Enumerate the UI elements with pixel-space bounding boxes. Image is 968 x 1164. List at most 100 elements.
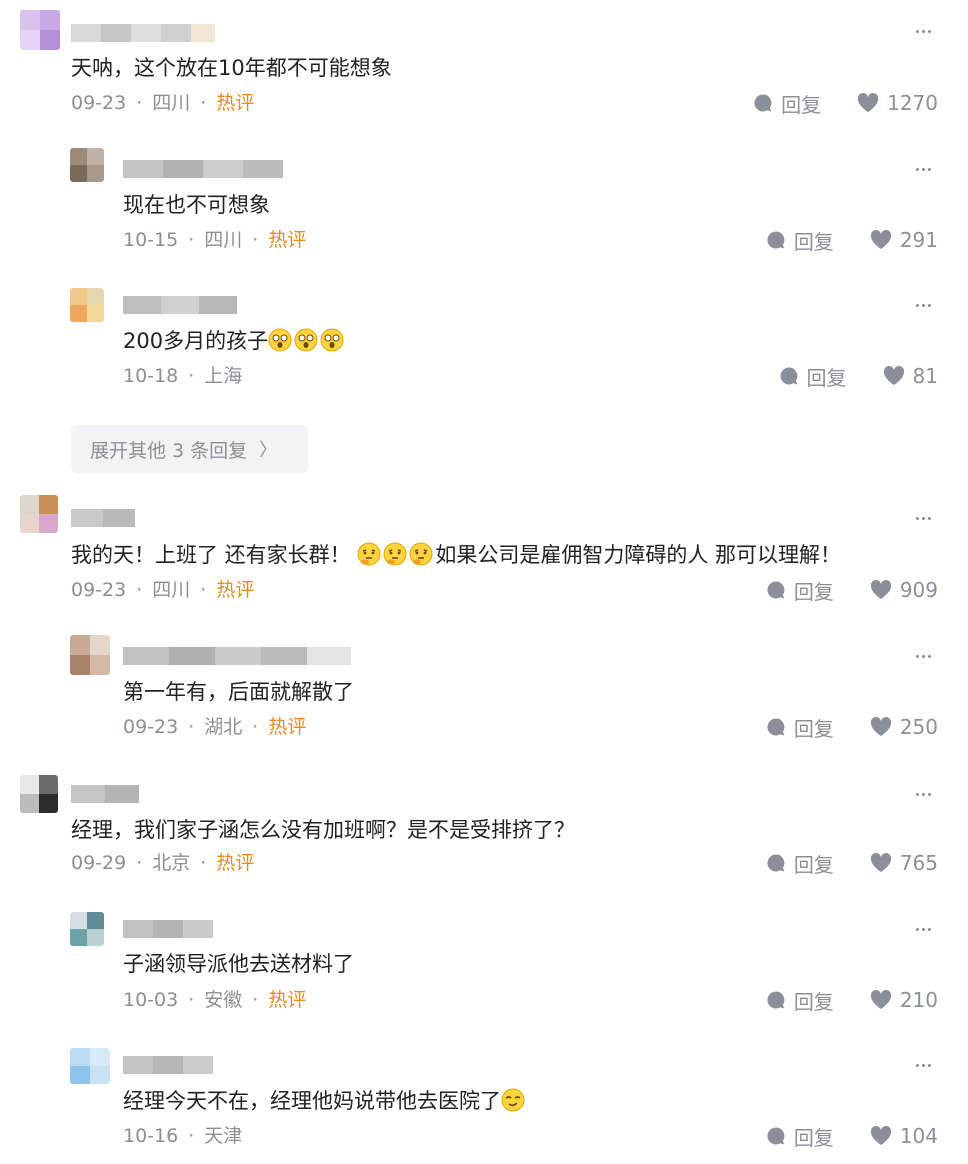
like-button[interactable]: 1270 bbox=[857, 91, 938, 115]
username-blurred[interactable] bbox=[71, 783, 139, 805]
expand-replies-button[interactable]: 展开其他 3 条回复〉 bbox=[71, 425, 308, 473]
comment-location: 湖北 bbox=[204, 716, 243, 738]
more-dots-icon[interactable] bbox=[916, 651, 940, 661]
hot-badge: 热评 bbox=[268, 989, 307, 1011]
dizzy-face-emoji bbox=[294, 328, 318, 352]
username-blurred[interactable] bbox=[123, 1054, 213, 1076]
avatar[interactable] bbox=[20, 10, 60, 50]
username-blurred[interactable] bbox=[123, 645, 351, 667]
comment-actions: 回复 291 bbox=[766, 226, 938, 255]
comment-date: 09-23 bbox=[123, 716, 179, 738]
thinking-face-emoji bbox=[357, 542, 381, 566]
like-button[interactable]: 765 bbox=[870, 851, 938, 875]
like-count: 909 bbox=[899, 578, 938, 602]
reply-button[interactable]: 回复 bbox=[779, 362, 847, 391]
avatar[interactable] bbox=[70, 148, 104, 182]
comment-meta: 09-29 · 北京 · 热评 bbox=[71, 852, 255, 874]
like-button[interactable]: 291 bbox=[870, 228, 938, 252]
heart-icon bbox=[858, 93, 879, 112]
reply-button[interactable]: 回复 bbox=[766, 849, 834, 878]
username-blurred[interactable] bbox=[123, 294, 237, 316]
reply-button[interactable]: 回复 bbox=[766, 226, 834, 255]
username-blurred[interactable] bbox=[123, 158, 283, 180]
reply-button[interactable]: 回复 bbox=[753, 89, 821, 118]
hot-badge: 热评 bbox=[216, 852, 255, 874]
username-blurred[interactable] bbox=[71, 22, 215, 44]
comment-actions: 回复 765 bbox=[766, 849, 938, 878]
like-count: 291 bbox=[899, 228, 938, 252]
dizzy-face-emoji bbox=[268, 328, 292, 352]
like-button[interactable]: 104 bbox=[870, 1124, 938, 1148]
comment-actions: 回复 104 bbox=[766, 1122, 938, 1151]
reply-button[interactable]: 回复 bbox=[766, 713, 834, 742]
reply-button[interactable]: 回复 bbox=[766, 1122, 834, 1151]
more-dots-icon[interactable] bbox=[916, 300, 940, 310]
more-dots-icon[interactable] bbox=[916, 1060, 940, 1070]
hot-badge: 热评 bbox=[268, 229, 307, 251]
like-count: 1270 bbox=[887, 91, 938, 115]
heart-icon bbox=[870, 230, 891, 249]
comment-date: 10-16 bbox=[123, 1125, 179, 1147]
smirk-face-emoji bbox=[501, 1088, 525, 1112]
avatar[interactable] bbox=[70, 635, 110, 675]
like-button[interactable]: 909 bbox=[870, 578, 938, 602]
comment-date: 09-23 bbox=[71, 579, 127, 601]
more-dots-icon[interactable] bbox=[916, 789, 940, 799]
comment-meta: 10-03 · 安徽 · 热评 bbox=[123, 989, 307, 1011]
avatar[interactable] bbox=[20, 775, 58, 813]
reply-button[interactable]: 回复 bbox=[766, 986, 834, 1015]
reply-button[interactable]: 回复 bbox=[766, 576, 834, 605]
comment-date: 10-18 bbox=[123, 365, 179, 387]
comment-meta: 09-23 · 四川 · 热评 bbox=[71, 579, 255, 601]
like-button[interactable]: 250 bbox=[870, 715, 938, 739]
like-count: 81 bbox=[912, 364, 938, 388]
reply-bubble-icon bbox=[767, 581, 785, 599]
avatar[interactable] bbox=[70, 1048, 110, 1084]
heart-icon bbox=[870, 717, 891, 736]
reply-text: 现在也不可想象 bbox=[123, 193, 270, 217]
comment-text: 经理，我们家子涵怎么没有加班啊？是不是受排挤了？ bbox=[71, 818, 575, 842]
comment-date: 09-23 bbox=[71, 92, 127, 114]
reply-text: 200多月的孩子 bbox=[123, 326, 346, 356]
heart-icon bbox=[870, 580, 891, 599]
avatar[interactable] bbox=[70, 912, 104, 946]
hot-badge: 热评 bbox=[216, 579, 255, 601]
comment-location: 安徽 bbox=[204, 989, 243, 1011]
more-dots-icon[interactable] bbox=[916, 164, 940, 174]
comment-actions: 回复 909 bbox=[766, 576, 938, 605]
like-button[interactable]: 210 bbox=[870, 988, 938, 1012]
like-button[interactable]: 81 bbox=[883, 364, 938, 388]
avatar[interactable] bbox=[70, 288, 104, 322]
comment-date: 10-03 bbox=[123, 989, 179, 1011]
comment-actions: 回复 1270 bbox=[753, 89, 938, 118]
comment-location: 上海 bbox=[204, 365, 243, 387]
comment-date: 10-15 bbox=[123, 229, 179, 251]
comment-meta: 10-16 · 天津 bbox=[123, 1125, 243, 1147]
username-blurred[interactable] bbox=[71, 507, 135, 529]
reply-bubble-icon bbox=[767, 991, 785, 1009]
comment-location: 北京 bbox=[152, 852, 191, 874]
comment-meta: 09-23 · 湖北 · 热评 bbox=[123, 716, 307, 738]
thinking-face-emoji bbox=[409, 542, 433, 566]
comment-location: 四川 bbox=[152, 579, 191, 601]
more-dots-icon[interactable] bbox=[916, 26, 940, 36]
thinking-face-emoji bbox=[383, 542, 407, 566]
like-count: 210 bbox=[899, 988, 938, 1012]
comment-meta: 10-15 · 四川 · 热评 bbox=[123, 229, 307, 251]
more-dots-icon[interactable] bbox=[916, 513, 940, 523]
avatar[interactable] bbox=[20, 495, 58, 533]
reply-text: 第一年有，后面就解散了 bbox=[123, 680, 354, 704]
reply-bubble-icon bbox=[754, 94, 772, 112]
reply-text: 子涵领导派他去送材料了 bbox=[123, 952, 354, 976]
like-count: 250 bbox=[899, 715, 938, 739]
comment-meta: 10-18 · 上海 bbox=[123, 365, 243, 387]
username-blurred[interactable] bbox=[123, 918, 213, 940]
dizzy-face-emoji bbox=[320, 328, 344, 352]
comment-meta: 09-23 · 四川 · 热评 bbox=[71, 92, 255, 114]
comment-actions: 回复 81 bbox=[779, 362, 938, 391]
reply-bubble-icon bbox=[767, 1127, 785, 1145]
reply-text: 经理今天不在，经理他妈说带他去医院了 bbox=[123, 1086, 527, 1116]
comment-text: 我的天！上班了 还有家长群！ 如果公司是雇佣智力障碍的人 那可以理解！ bbox=[71, 542, 842, 567]
more-dots-icon[interactable] bbox=[916, 924, 940, 934]
reply-bubble-icon bbox=[767, 231, 785, 249]
